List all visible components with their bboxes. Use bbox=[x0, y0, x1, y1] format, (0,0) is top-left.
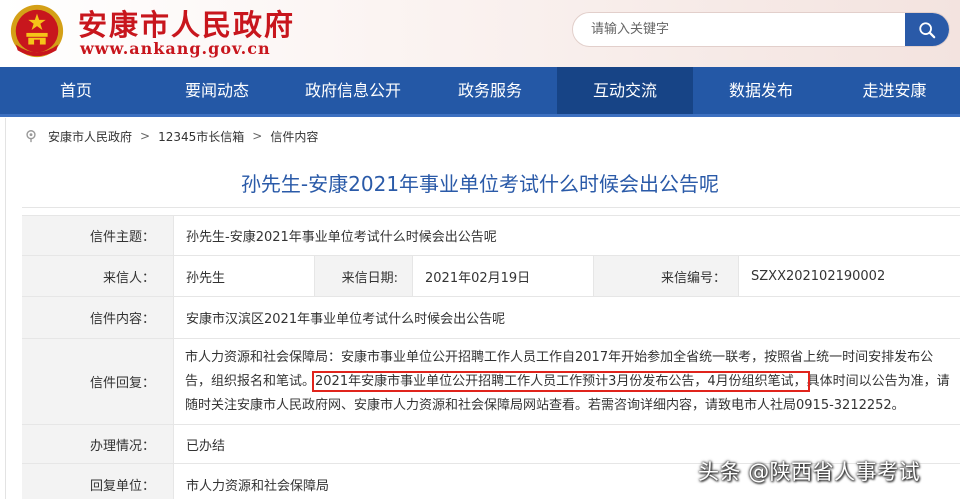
search-box bbox=[572, 12, 950, 47]
status-label: 办理情况： bbox=[22, 425, 173, 463]
watermark: 头条 @陕西省人事考试 bbox=[698, 460, 921, 484]
breadcrumb-separator: > bbox=[140, 129, 151, 143]
subject-value: 孙先生-安康2021年事业单位考试什么时候会出公告呢 bbox=[174, 216, 960, 255]
table-row-meta: 来信人： 孙先生 来信日期: 2021年02月19日 来信编号： SZXX202… bbox=[22, 255, 960, 296]
reply-highlight: 2021年安康市事业单位公开招聘工作人员工作预计3月份发布公告，4月份组织笔试， bbox=[312, 371, 810, 392]
reply-label: 信件回复： bbox=[22, 339, 173, 424]
content-label: 信件内容： bbox=[22, 297, 173, 338]
sender-label: 来信人： bbox=[22, 256, 173, 296]
table-row-subject: 信件主题： 孙先生-安康2021年事业单位考试什么时候会出公告呢 bbox=[22, 215, 960, 255]
search-icon bbox=[919, 21, 936, 38]
search-button[interactable] bbox=[905, 13, 949, 46]
sender-value: 孙先生 bbox=[174, 256, 314, 296]
number-label: 来信编号： bbox=[594, 256, 738, 296]
unit-label: 回复单位： bbox=[22, 464, 173, 499]
national-emblem-icon[interactable] bbox=[8, 2, 66, 60]
nav-item-services[interactable]: 政务服务 bbox=[424, 67, 556, 114]
breadcrumb-separator: > bbox=[252, 129, 263, 143]
date-value: 2021年02月19日 bbox=[413, 256, 593, 296]
nav-item-news[interactable]: 要闻动态 bbox=[152, 67, 282, 114]
content-value: 安康市汉滨区2021年事业单位考试什么时候会出公告呢 bbox=[174, 297, 960, 338]
subject-label: 信件主题： bbox=[22, 216, 173, 255]
main-nav: 首页 要闻动态 政府信息公开 政务服务 互动交流 数据发布 走进安康 bbox=[0, 67, 960, 117]
nav-item-home[interactable]: 首页 bbox=[0, 67, 152, 114]
breadcrumb-item-letter: 信件内容 bbox=[270, 129, 319, 144]
table-row-reply: 信件回复： 市人力资源和社会保障局：安康市事业单位公开招聘工作人员工作自2017… bbox=[22, 338, 960, 424]
title-divider bbox=[22, 207, 960, 208]
site-header: 安康市人民政府 www.ankang.gov.cn bbox=[0, 0, 960, 67]
site-domain: www.ankang.gov.cn bbox=[80, 39, 271, 58]
nav-item-interaction[interactable]: 互动交流 bbox=[557, 67, 693, 114]
search-input[interactable] bbox=[573, 13, 903, 46]
breadcrumb: 安康市人民政府 > 12345市长信箱 > 信件内容 bbox=[24, 123, 318, 149]
breadcrumb-item-home[interactable]: 安康市人民政府 bbox=[48, 128, 132, 145]
nav-item-about-ankang[interactable]: 走进安康 bbox=[829, 67, 960, 114]
nav-item-data[interactable]: 数据发布 bbox=[693, 67, 829, 114]
page-title: 孙先生-安康2021年事业单位考试什么时候会出公告呢 bbox=[240, 172, 720, 196]
nav-item-info-disclosure[interactable]: 政府信息公开 bbox=[282, 67, 424, 114]
site-name[interactable]: 安康市人民政府 bbox=[78, 2, 295, 44]
reply-value: 市人力资源和社会保障局：安康市事业单位公开招聘工作人员工作自2017年开始参加全… bbox=[185, 346, 953, 418]
table-row-content: 信件内容： 安康市汉滨区2021年事业单位考试什么时候会出公告呢 bbox=[22, 296, 960, 338]
breadcrumb-item-mailbox[interactable]: 12345市长信箱 bbox=[158, 128, 244, 145]
date-label: 来信日期: bbox=[315, 256, 412, 296]
number-value: SZXX202102190002 bbox=[739, 256, 960, 296]
home-icon bbox=[26, 130, 36, 143]
